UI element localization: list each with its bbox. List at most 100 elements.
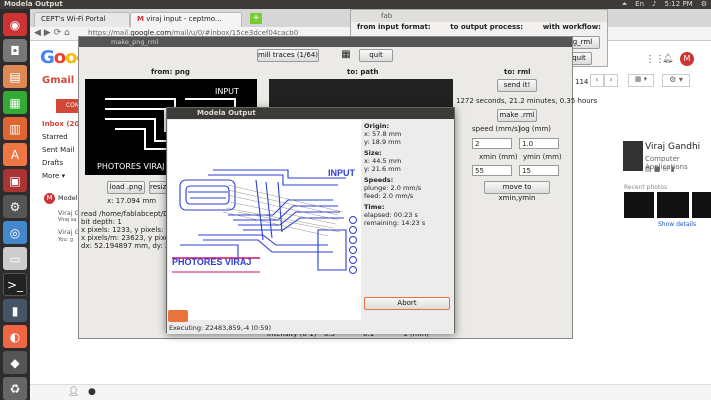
x-coordinate: x: 17.094 mm: [107, 197, 157, 205]
software-center-icon[interactable]: A: [3, 143, 27, 166]
hangouts-icon[interactable]: ●: [88, 387, 96, 397]
time-estimate: 1272 seconds, 21.2 minutes, 0.35 hours: [456, 97, 598, 105]
settings-gear-icon[interactable]: ⚙: [701, 0, 707, 9]
jog-label: jog (mm): [519, 125, 551, 133]
hangout-item[interactable]: Viraj G: [58, 228, 80, 236]
fab-workflow-label: with workflow:: [542, 23, 601, 31]
firefox-icon[interactable]: ◐: [3, 325, 27, 349]
fab-titlebar[interactable]: fab: [351, 10, 607, 22]
presentation-icon[interactable]: ▥: [3, 117, 27, 140]
modela-title: Modela Output: [197, 109, 256, 117]
account-avatar[interactable]: M: [680, 52, 694, 66]
plunge-speed: plunge: 2.0 mm/s: [364, 184, 422, 192]
profile-name: Viraj Gandhi: [645, 142, 701, 152]
elapsed-time: elapsed: 00:23 s: [364, 211, 418, 219]
recent-photos-label: Recent photos: [624, 184, 668, 191]
tab-gmail[interactable]: M viraj input - ceptmo...: [130, 12, 242, 27]
fab-to-label: to output process:: [450, 23, 524, 31]
sound-icon[interactable]: ♪: [652, 0, 656, 9]
nav-starred[interactable]: Starred: [42, 133, 68, 141]
speed-label: speed (mm/s): [472, 125, 521, 133]
new-tab-button[interactable]: +: [250, 13, 262, 24]
settings-button[interactable]: ⚙ ▾: [662, 74, 690, 87]
feed-speed: feed: 2.0 mm/s: [364, 192, 414, 200]
wifi-icon[interactable]: ⏶: [622, 0, 628, 9]
time-label: Time:: [364, 203, 385, 211]
path-preview: [269, 79, 453, 107]
mpr-quit-button[interactable]: quit: [359, 49, 393, 62]
nav-more[interactable]: More ▾: [42, 172, 65, 180]
grid-icon[interactable]: ▦: [339, 49, 353, 62]
ymin-input[interactable]: 15: [519, 165, 559, 176]
origin-label: Origin:: [364, 122, 390, 130]
archive-icon[interactable]: ▣: [3, 169, 27, 192]
disk-icon[interactable]: ▭: [3, 247, 27, 270]
profile-photo: [623, 141, 643, 171]
canvas-photores-text: PHOTORES VIRAJ: [172, 257, 252, 267]
size-label: Size:: [364, 149, 382, 157]
gmail-icon: M: [137, 15, 144, 23]
load-png-button[interactable]: load .png: [107, 181, 145, 194]
python-icon[interactable]: ◆: [3, 351, 27, 375]
hangout-item[interactable]: You: g: [58, 237, 73, 243]
make-rml-button[interactable]: make .rml: [497, 109, 537, 122]
next-button[interactable]: ›: [604, 74, 618, 87]
mpr-titlebar[interactable]: make_png_rml: [79, 37, 572, 47]
to-rml-label: to: rml: [504, 68, 531, 76]
ymin-label: ymin (mm): [523, 153, 562, 161]
preview-input-text: INPUT: [215, 87, 239, 96]
avatar: M: [44, 193, 55, 204]
gmail-menu[interactable]: Gmail ▾: [42, 75, 83, 86]
chromium-icon[interactable]: ◎: [3, 221, 27, 244]
recent-photo-thumb[interactable]: [624, 192, 654, 218]
notifications-icon[interactable]: 🔔︎: [662, 54, 673, 64]
status-bar: Executing: Z2483,859,-4 (0:59): [167, 322, 454, 334]
prev-button[interactable]: ‹: [590, 74, 604, 87]
origin-x: x: 57.8 mm: [364, 130, 402, 138]
system-tray[interactable]: ⏶ En ♪ 5:12 PM ⚙: [622, 0, 707, 9]
recent-photo-thumb[interactable]: [657, 192, 689, 218]
trash-icon[interactable]: ♻: [3, 377, 27, 400]
gmail-bottom-bar: 👤︎ ●: [30, 384, 711, 400]
to-path-label: to: path: [347, 68, 379, 76]
xmin-label: xmin (mm): [479, 153, 518, 161]
contact-action-icons[interactable]: ▤ ■ ✉ ▮: [645, 165, 675, 173]
tab-wifi-portal[interactable]: CEPT's Wi-Fi Portal: [34, 12, 130, 27]
files-icon[interactable]: ▤: [3, 65, 27, 88]
spreadsheet-icon[interactable]: ▦: [3, 91, 27, 114]
read-path: read /home/fablabcept/Dow: [81, 210, 179, 218]
origin-y: y: 18.9 mm: [364, 138, 401, 146]
nav-sent[interactable]: Sent Mail: [42, 146, 74, 154]
nav-drafts[interactable]: Drafts: [42, 159, 63, 167]
send-it-button[interactable]: send it!: [497, 79, 537, 92]
toolpath-drawing: [172, 169, 357, 274]
system-settings-icon[interactable]: ⚙: [3, 195, 27, 218]
hangout-item[interactable]: Viraj G: [58, 209, 80, 217]
pixel-size: x pixels: 1233, y pixels: 682: [81, 226, 179, 234]
nav-inbox[interactable]: Inbox (20): [42, 120, 83, 128]
jog-input[interactable]: 1.0: [519, 138, 559, 149]
canvas-input-text: INPUT: [328, 168, 355, 178]
terminal-icon[interactable]: >_: [3, 273, 27, 297]
keyboard-button[interactable]: ▦ ▾: [628, 74, 654, 87]
from-png-label: from: png: [151, 68, 190, 76]
show-details-link[interactable]: Show details: [658, 221, 696, 228]
abort-button[interactable]: Abort: [364, 297, 450, 310]
app-icon[interactable]: ▮: [3, 299, 27, 323]
speeds-label: Speeds:: [364, 176, 394, 184]
modela-info-panel: Origin: x: 57.8 mm y: 18.9 mm Size: x: 4…: [362, 120, 454, 320]
back-forward-icons[interactable]: ◀ ▶ ⟳ ⌂: [34, 28, 70, 38]
modela-titlebar[interactable]: Modela Output: [167, 108, 454, 119]
recent-photo-thumb[interactable]: [692, 192, 711, 218]
person-icon[interactable]: 👤︎: [68, 387, 79, 397]
fab-columns: from input format: to output process: wi…: [351, 22, 607, 32]
clock[interactable]: 5:12 PM: [665, 0, 693, 9]
active-window-title: Modela Output: [4, 0, 63, 8]
xmin-input[interactable]: 55: [472, 165, 512, 176]
keyboard-icon[interactable]: En: [635, 0, 644, 9]
dash-icon[interactable]: ◉: [3, 13, 27, 36]
mode-select[interactable]: mill traces (1/64): [257, 49, 319, 62]
speed-input[interactable]: 2: [472, 138, 512, 149]
move-to-xmin-ymin-button[interactable]: move to xmin,ymin: [484, 181, 550, 202]
camera-icon[interactable]: ◘: [3, 39, 27, 62]
